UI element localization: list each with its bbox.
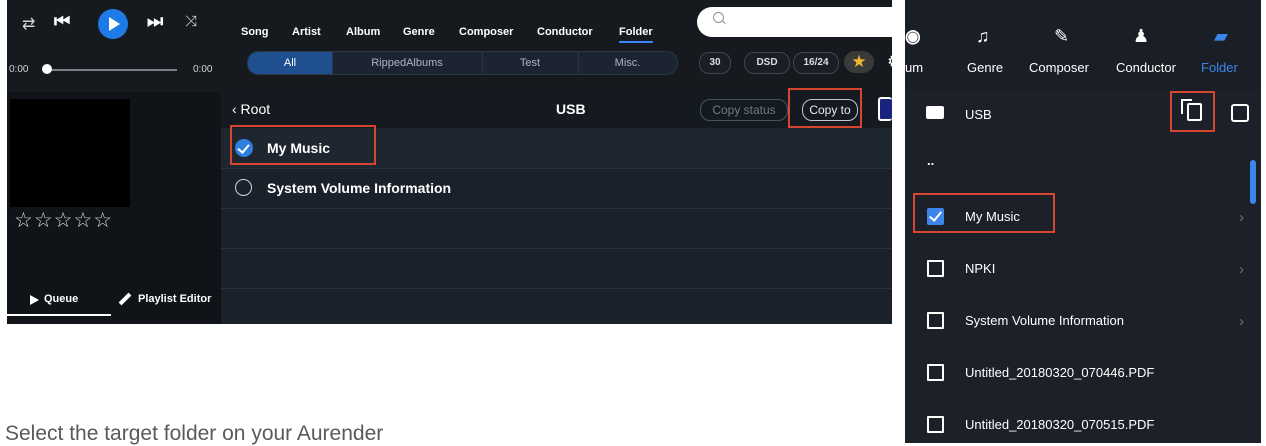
tab-genre[interactable]: Genre	[403, 26, 435, 38]
checkbox-icon[interactable]	[927, 364, 944, 381]
tab-composer[interactable]: Composer	[1029, 60, 1089, 75]
filter-pill-dsd[interactable]: DSD	[744, 52, 790, 74]
mobile-library-tabs: ◉ um ♫ Genre ✎ Composer ♟ Conductor ▰ Fo…	[905, 0, 1261, 91]
total-time: 0:00	[193, 64, 213, 75]
checkbox-icon[interactable]	[927, 260, 944, 277]
chevron-right-icon: ›	[1239, 209, 1244, 226]
highlight-copy-icon	[1170, 91, 1215, 132]
empty-row	[221, 248, 892, 289]
highlight-my-music	[230, 125, 376, 165]
album-art	[10, 99, 130, 207]
folder-icon[interactable]: ▰	[1214, 26, 1228, 47]
filter-pill-16-24[interactable]: 16/24	[793, 52, 839, 74]
select-mode-icon[interactable]	[878, 97, 892, 121]
file-name: Untitled_20180320_070515.PDF	[965, 417, 1155, 432]
tab-folder[interactable]: Folder	[1201, 60, 1238, 75]
filter-misc[interactable]: Misc.	[578, 52, 677, 74]
elapsed-time: 0:00	[9, 64, 29, 75]
play-icon[interactable]	[98, 9, 128, 39]
search-icon	[713, 12, 724, 23]
tab-conductor[interactable]: Conductor	[537, 26, 593, 38]
chevron-right-icon: ›	[1239, 313, 1244, 330]
tab-folder[interactable]: Folder	[619, 26, 653, 43]
copy-status-button[interactable]: Copy status	[700, 99, 788, 121]
next-icon[interactable]: ⏭	[147, 11, 163, 32]
select-mode-icon[interactable]	[1231, 104, 1249, 122]
highlight-copy-to	[788, 88, 862, 128]
queue-label: Queue	[44, 293, 79, 305]
tab-album[interactable]: um	[905, 60, 923, 75]
seek-bar[interactable]	[45, 69, 177, 71]
seek-knob[interactable]	[42, 64, 52, 74]
filter-all[interactable]: All	[248, 52, 333, 74]
scrollbar[interactable]	[1250, 160, 1256, 204]
current-folder-title: USB	[965, 107, 992, 122]
rating-stars[interactable]: ☆☆☆☆☆	[14, 208, 113, 233]
gear-icon[interactable]: ⚙	[887, 52, 892, 72]
file-name: Untitled_20180320_070446.PDF	[965, 365, 1155, 380]
folder-filter-bar: All RippedAlbums Test Misc.	[247, 51, 678, 75]
chevron-right-icon: ›	[1239, 261, 1244, 278]
tab-artist[interactable]: Artist	[292, 26, 321, 38]
player-panel: ⇄ ⏮ ⏭ ⤨ 0:00 0:00	[7, 0, 221, 92]
list-item[interactable]: NPKI ›	[905, 243, 1261, 295]
checkbox-icon[interactable]	[927, 312, 944, 329]
list-item[interactable]: Untitled_20180320_070515.PDF	[905, 399, 1261, 443]
instruction-caption: Select the target folder on your Aurende…	[5, 422, 384, 445]
unchecked-circle-icon[interactable]	[235, 179, 252, 196]
tab-conductor[interactable]: Conductor	[1116, 60, 1176, 75]
empty-row	[221, 208, 892, 249]
filter-test[interactable]: Test	[482, 52, 579, 74]
search-input[interactable]	[697, 7, 892, 37]
filter-pill-30[interactable]: 30	[699, 52, 731, 74]
checkbox-icon[interactable]	[927, 416, 944, 433]
now-playing-panel: ☆☆☆☆☆ Queue Playlist Editor	[7, 92, 221, 324]
tab-song[interactable]: Song	[241, 26, 269, 38]
album-icon[interactable]: ◉	[905, 26, 921, 47]
list-item[interactable]: Untitled_20180320_070446.PDF	[905, 347, 1261, 399]
list-item[interactable]: System Volume Information ›	[905, 295, 1261, 347]
folder-name: System Volume Information	[267, 180, 452, 196]
playlist-editor-label: Playlist Editor	[138, 293, 212, 305]
favorite-star-icon[interactable]: ★	[844, 51, 874, 73]
folder-name: NPKI	[965, 261, 996, 276]
folder-icon	[926, 106, 944, 119]
genre-icon[interactable]: ♫	[976, 26, 990, 47]
parent-label: ..	[927, 153, 935, 168]
library-nav: Song Artist Album Genre Composer Conduct…	[221, 0, 892, 92]
empty-row	[221, 288, 892, 324]
tab-composer[interactable]: Composer	[459, 26, 513, 38]
conductor-icon[interactable]: ♟	[1133, 26, 1149, 47]
tab-genre[interactable]: Genre	[967, 60, 1003, 75]
folder-name: System Volume Information	[965, 313, 1124, 328]
repeat-icon[interactable]: ⇄	[22, 14, 35, 34]
queue-tab[interactable]: Queue	[7, 284, 111, 316]
mobile-app-window: ◉ um ♫ Genre ✎ Composer ♟ Conductor ▰ Fo…	[905, 0, 1261, 443]
composer-icon[interactable]: ✎	[1054, 26, 1069, 47]
shuffle-icon[interactable]: ⤨	[185, 13, 197, 30]
back-root-button[interactable]: ‹ Root	[232, 101, 270, 117]
play-queue-icon	[30, 295, 39, 305]
list-item[interactable]: System Volume Information	[221, 168, 892, 209]
pencil-icon	[118, 292, 132, 306]
current-folder-title: USB	[556, 101, 586, 117]
desktop-app-window: ⇄ ⏮ ⏭ ⤨ 0:00 0:00 ☆☆☆☆☆ Queue Playlist E…	[7, 0, 892, 324]
parent-folder-row[interactable]: ..	[905, 139, 1261, 191]
filter-rippedalbums[interactable]: RippedAlbums	[332, 52, 483, 74]
highlight-my-music	[913, 193, 1055, 233]
playlist-editor-tab[interactable]: Playlist Editor	[118, 284, 221, 314]
previous-icon[interactable]: ⏮	[54, 11, 70, 32]
tab-album[interactable]: Album	[346, 26, 380, 38]
